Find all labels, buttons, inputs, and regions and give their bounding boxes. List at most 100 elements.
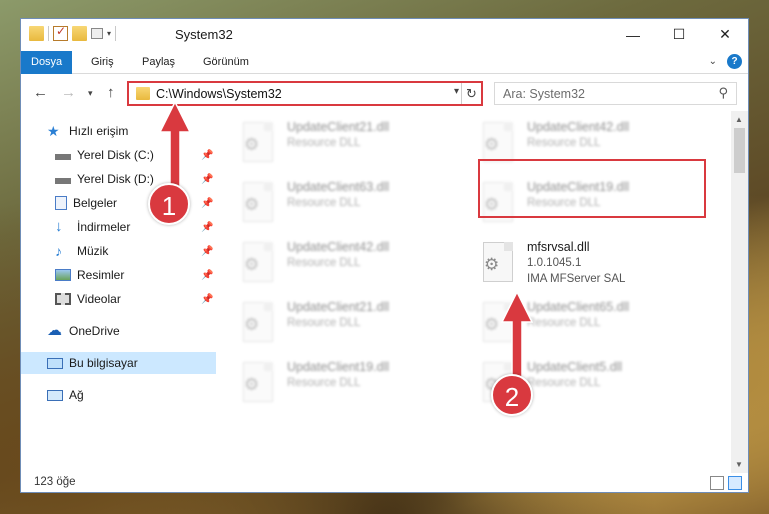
folder-icon (29, 26, 44, 41)
details-view-icon[interactable] (710, 476, 724, 490)
properties-icon[interactable] (53, 24, 68, 41)
sidebar-item-label: Yerel Disk (C:) (77, 148, 154, 162)
sidebar-item-label: Yerel Disk (D:) (77, 172, 154, 186)
music-icon: ♪ (55, 243, 62, 259)
pin-icon: 📌 (201, 197, 214, 209)
window-title: System32 (175, 27, 233, 42)
file-name: UpdateClient42.dll (527, 120, 630, 134)
close-button[interactable]: ✕ (702, 19, 748, 50)
computer-icon (47, 357, 63, 369)
file-item-mfsrvsal[interactable]: ⚙ mfsrvsal.dll 1.0.1045.1 IMA MFServer S… (479, 238, 709, 292)
file-name: UpdateClient65.dll (527, 300, 630, 314)
pin-icon: 📌 (201, 293, 214, 305)
file-item[interactable]: ⚙ UpdateClient19.dll Resource DLL (239, 358, 469, 412)
gear-icon: ⚙ (244, 255, 260, 274)
pin-icon: 📌 (201, 149, 214, 161)
sidebar-item-label: Hızlı erişim (69, 124, 129, 138)
file-item[interactable]: ⚙ UpdateClient42.dll Resource DLL (239, 238, 469, 292)
sidebar-item-music[interactable]: ♪ Müzik 📌 (21, 240, 216, 262)
sidebar-item-label: Resimler (77, 268, 125, 282)
gear-icon: ⚙ (244, 315, 260, 334)
gear-icon: ⚙ (484, 135, 500, 154)
step-badge-2: 2 (491, 374, 533, 416)
ribbon-controls: ⌄ ? (709, 54, 742, 69)
item-count: 123 öğe (34, 476, 76, 488)
back-arrow-icon[interactable]: ← (33, 84, 48, 101)
file-name: UpdateClient21.dll (287, 120, 390, 134)
sidebar-item-network[interactable]: Ağ (21, 384, 216, 406)
file-version: 1.0.1045.1 (527, 257, 582, 269)
search-input[interactable]: Ara: System32 ⚲ (494, 82, 737, 105)
file-name: mfsrvsal.dll (527, 240, 590, 254)
chevron-down-icon[interactable]: ▾ (454, 86, 459, 97)
customize-toolbar-icon[interactable] (91, 28, 103, 39)
address-path[interactable]: C:\Windows\System32 (156, 87, 282, 101)
file-name: UpdateClient19.dll (287, 360, 390, 374)
tab-dosya[interactable]: Dosya (21, 51, 73, 74)
minimize-button[interactable]: — (610, 19, 656, 50)
highlight-box (478, 159, 706, 218)
recent-locations-icon[interactable]: ▾ (88, 88, 93, 99)
tab-gorunum[interactable]: Görünüm (193, 51, 259, 74)
vertical-scrollbar[interactable]: ▲ ▼ (731, 111, 748, 473)
window-controls: — ☐ ✕ (610, 19, 748, 50)
file-item[interactable]: ⚙ UpdateClient63.dll Resource DLL (239, 178, 469, 232)
sidebar-item-this-pc[interactable]: Bu bilgisayar (21, 352, 216, 374)
maximize-button[interactable]: ☐ (656, 19, 702, 50)
view-toggle (710, 476, 742, 490)
search-icon[interactable]: ⚲ (718, 85, 728, 101)
search-placeholder: Ara: System32 (503, 87, 585, 101)
sidebar-item-label: Ağ (69, 388, 84, 402)
scroll-up-icon[interactable]: ▲ (735, 115, 743, 124)
file-company: IMA MFServer SAL (527, 273, 626, 285)
file-type: Resource DLL (527, 137, 601, 149)
chevron-down-icon[interactable]: ⌄ (709, 56, 717, 67)
drive-icon (55, 154, 71, 160)
pin-icon: 📌 (201, 221, 214, 233)
new-folder-icon[interactable] (72, 26, 87, 41)
tab-paylas[interactable]: Paylaş (132, 51, 185, 74)
explorer-window: ▾ System32 — ☐ ✕ Dosya Giriş Paylaş Görü… (20, 18, 749, 493)
title-bar: ▾ System32 — ☐ ✕ (21, 19, 748, 51)
cloud-icon: ☁ (47, 322, 62, 339)
scroll-down-icon[interactable]: ▼ (735, 460, 743, 469)
pin-icon: 📌 (201, 173, 214, 185)
refresh-icon[interactable]: ↻ (461, 83, 481, 104)
file-name: UpdateClient63.dll (287, 180, 390, 194)
quick-access-toolbar: ▾ (29, 24, 117, 41)
file-item[interactable]: ⚙ UpdateClient21.dll Resource DLL (239, 118, 469, 172)
help-button[interactable]: ? (727, 54, 742, 69)
status-bar: 123 öğe (21, 473, 748, 492)
tab-giris[interactable]: Giriş (81, 51, 124, 74)
network-icon (47, 389, 63, 401)
gear-icon: ⚙ (244, 135, 260, 154)
ribbon: Dosya Giriş Paylaş Görünüm ⌄ ? (21, 51, 748, 74)
up-arrow-icon[interactable]: ↑ (107, 84, 115, 101)
file-type: Resource DLL (287, 257, 361, 269)
pin-icon: 📌 (201, 269, 214, 281)
sidebar-item-videos[interactable]: Videolar 📌 (21, 288, 216, 310)
file-type: Resource DLL (287, 377, 361, 389)
star-icon: ★ (47, 123, 60, 139)
sidebar-item-pictures[interactable]: Resimler 📌 (21, 264, 216, 286)
tiles-view-icon[interactable] (728, 476, 742, 490)
sidebar-item-label: Bu bilgisayar (69, 356, 138, 370)
scroll-thumb[interactable] (734, 128, 745, 173)
divider (48, 26, 49, 41)
document-icon (55, 196, 67, 210)
file-type: Resource DLL (287, 197, 361, 209)
step-badge-1: 1 (148, 183, 190, 225)
forward-arrow-icon[interactable]: → (61, 84, 76, 101)
sidebar-item-onedrive[interactable]: ☁ OneDrive (21, 320, 216, 342)
gear-icon: ⚙ (484, 255, 500, 274)
sidebar-item-downloads[interactable]: ↓ İndirmeler 📌 (21, 216, 216, 238)
file-name: UpdateClient21.dll (287, 300, 390, 314)
file-type: Resource DLL (287, 317, 361, 329)
video-icon (55, 293, 71, 305)
file-item[interactable]: ⚙ UpdateClient21.dll Resource DLL (239, 298, 469, 352)
navigation-bar: ← → ▾ ↑ C:\Windows\System32 ▾ ↻ Ara: Sys… (21, 75, 748, 111)
folder-icon (136, 87, 150, 100)
sidebar-item-label: İndirmeler (77, 220, 131, 234)
chevron-down-icon[interactable]: ▾ (107, 29, 111, 38)
divider (115, 26, 117, 41)
